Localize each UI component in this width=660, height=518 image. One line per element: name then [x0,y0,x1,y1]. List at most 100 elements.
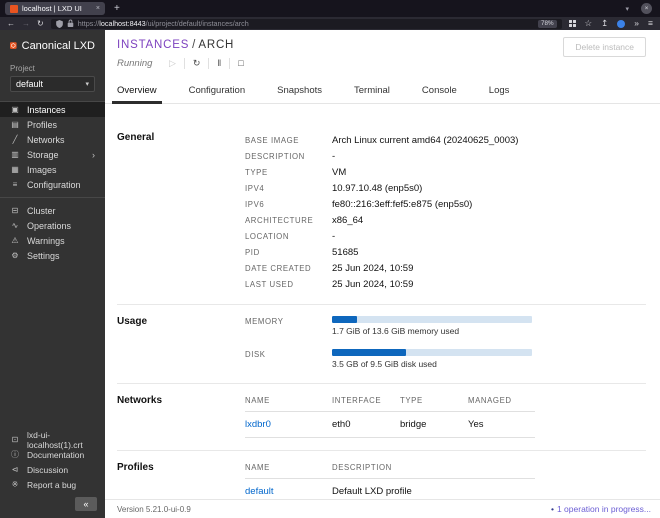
certificate-icon: ⊡ [11,435,19,444]
sidebar: Canonical LXD Project default ▾ ▣ Instan… [0,30,105,518]
networks-table: NAME INTERFACE TYPE MANAGED lxdbr0 eth0 … [245,395,535,438]
section-networks: Networks NAME INTERFACE TYPE MANAGED lxd… [117,383,646,450]
lock-icon[interactable] [67,19,74,28]
memory-usage-meter: MEMORY 1.7 GiB of 13.6 GiB memory used [245,316,646,336]
section-profiles: Profiles NAME DESCRIPTION default Defaul… [117,450,646,499]
zoom-level-badge[interactable]: 78% [537,19,557,28]
general-row: PID 51685 [245,246,359,258]
memory-meter-track [332,316,532,323]
browser-tab[interactable]: localhost | LXD UI × [5,2,105,15]
report-bug-icon: ※ [11,480,19,489]
column-header: MANAGED [468,395,535,412]
network-link[interactable]: lxdbr0 [245,419,271,430]
tab-snapshots[interactable]: Snapshots [272,80,327,104]
account-circle-icon[interactable] [617,19,626,28]
sidebar-item-settings[interactable]: ⚙ Settings [0,248,105,263]
sidebar-item-discussion[interactable]: ⊲ Discussion [0,462,105,477]
overflow-chevrons-icon[interactable]: » [634,19,639,28]
sidebar-item-profiles[interactable]: ▤ Profiles [0,117,105,132]
sidebar-item-configuration[interactable]: ≡ Configuration [0,177,105,192]
storage-icon: ▥ [11,150,19,159]
sidebar-item-storage[interactable]: ▥ Storage › [0,147,105,162]
extensions-icon[interactable] [568,20,576,27]
lxd-favicon-icon [10,4,18,13]
shield-icon[interactable] [55,19,63,28]
pause-instance-icon[interactable]: ‖ [209,58,229,68]
tab-close-icon[interactable]: × [96,5,100,12]
disk-meter-track [332,349,532,356]
operations-link[interactable]: • 1 operation in progress... [551,504,651,514]
disk-meter-fill [332,349,406,356]
column-header: NAME [245,395,332,412]
breadcrumb-instances-link[interactable]: INSTANCES [117,39,189,51]
instances-icon: ▣ [11,105,19,114]
url-text[interactable]: https://localhost:8443/ui/project/defaul… [78,19,534,28]
start-instance-icon[interactable]: ▷ [161,58,184,68]
sidebar-item-cluster[interactable]: ⊟ Cluster [0,203,105,218]
bookmark-star-icon[interactable]: ☆ [585,19,593,28]
discussion-icon: ⊲ [11,465,19,474]
table-row: default Default LXD profile [245,478,535,499]
general-row: TYPE VM [245,166,347,178]
browser-tab-strip: localhost | LXD UI × + ▾ × [0,0,660,17]
chevron-down-icon: ▾ [85,81,89,88]
general-row: LOCATION - [245,230,336,242]
sidebar-item-instances[interactable]: ▣ Instances [0,102,105,117]
delete-instance-button[interactable]: Delete instance [563,37,646,57]
menu-icon[interactable]: ≡ [648,19,653,28]
overview-content: General BASE IMAGE Arch Linux current amd… [105,104,660,499]
sidebar-collapse-button[interactable]: « [75,497,97,511]
brand[interactable]: Canonical LXD [0,30,105,54]
upload-icon[interactable]: ↥ [601,19,608,28]
back-icon[interactable]: ← [7,19,15,28]
project-select[interactable]: default ▾ [10,76,95,92]
stop-instance-icon[interactable]: □ [230,58,251,68]
restart-instance-icon[interactable]: ↻ [185,58,209,68]
reload-icon[interactable]: ↻ [37,19,44,28]
tab-overview[interactable]: Overview [112,80,162,104]
instance-tabs: Overview Configuration Snapshots Termina… [105,80,660,104]
project-label: Project [10,64,35,73]
column-header: TYPE [400,395,468,412]
browser-toolbar: ← → ↻ https://localhost:8443/ui/project/… [0,17,660,30]
tab-logs[interactable]: Logs [484,80,515,104]
version-label: Version 5.21.0-ui-0.9 [117,504,191,514]
sidebar-item-warnings[interactable]: ⚠ Warnings [0,233,105,248]
column-header: NAME [245,462,332,479]
tab-console[interactable]: Console [417,80,462,104]
column-header: DESCRIPTION [332,462,535,479]
section-networks-title: Networks [117,395,163,406]
section-usage-title: Usage [117,316,148,327]
operations-icon: ∿ [11,221,19,230]
sidebar-item-certificate[interactable]: ⊡ lxd-ui-localhost(1).crt [0,430,105,450]
network-managed: Yes [468,411,535,438]
general-row: DATE CREATED 25 Jun 2024, 10:59 [245,262,414,274]
url-bar[interactable]: https://localhost:8443/ui/project/defaul… [50,18,562,29]
sidebar-item-networks[interactable]: ╱ Networks [0,132,105,147]
window-close-icon[interactable]: × [641,3,652,14]
column-header: INTERFACE [332,395,400,412]
tab-terminal[interactable]: Terminal [349,80,395,104]
general-row: DESCRIPTION - [245,150,336,162]
networks-icon: ╱ [12,135,18,144]
tab-configuration[interactable]: Configuration [184,80,251,104]
new-tab-button[interactable]: + [114,3,120,14]
forward-icon[interactable]: → [22,19,30,28]
list-tabs-chevron-icon[interactable]: ▾ [625,5,629,13]
disk-usage-meter: DISK 3.5 GB of 9.5 GiB disk used [245,349,646,369]
operations-bullet-icon: • [550,504,554,514]
general-row: BASE IMAGE Arch Linux current amd64 (2024… [245,134,519,146]
sidebar-item-report-bug[interactable]: ※ Report a bug [0,477,105,492]
profile-description: Default LXD profile [332,478,535,499]
lxd-logo-icon [10,42,17,49]
sidebar-item-images[interactable]: ▦ Images [0,162,105,177]
general-row: ARCHITECTURE x86_64 [245,214,364,226]
status-badge: Running [117,57,153,69]
network-type: bridge [400,411,468,438]
images-icon: ▦ [11,165,19,174]
sidebar-item-operations[interactable]: ∿ Operations [0,218,105,233]
profile-link[interactable]: default [245,486,274,497]
documentation-icon: ⓘ [11,450,19,459]
profiles-icon: ▤ [11,120,19,129]
cluster-icon: ⊟ [11,206,19,215]
